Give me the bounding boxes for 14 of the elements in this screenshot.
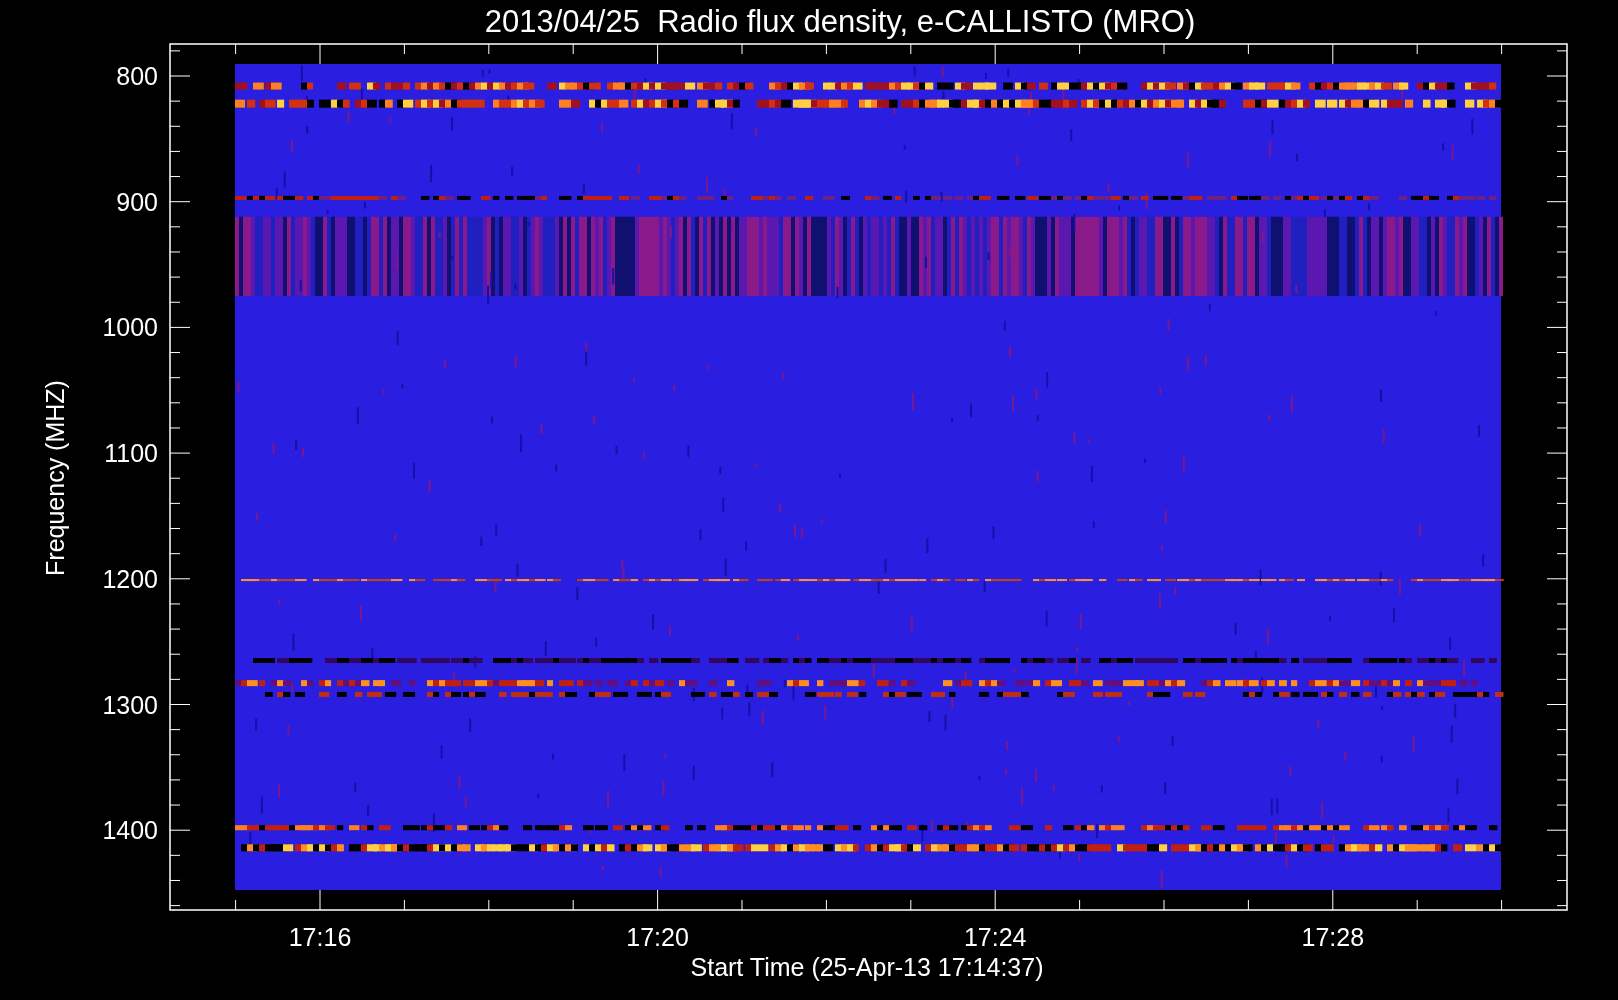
x-tick-label: 17:28 xyxy=(1301,923,1365,951)
x-tick-label: 17:20 xyxy=(626,923,689,951)
y-tick-label: 800 xyxy=(116,62,158,90)
x-axis-label: Start Time (25-Apr-13 17:14:37) xyxy=(690,953,1044,981)
y-tick-label: 1300 xyxy=(102,690,158,719)
y-tick-label: 1200 xyxy=(102,564,158,593)
chart-title: 2013/04/25 Radio flux density, e-CALLISTO (MRO) xyxy=(484,4,1196,39)
y-tick-label: 1400 xyxy=(102,816,158,845)
y-tick-label: 1000 xyxy=(102,313,158,342)
y-tick-label: 900 xyxy=(116,187,158,216)
x-tick-label: 17:16 xyxy=(288,923,352,951)
x-tick-label: 17:24 xyxy=(963,923,1027,951)
y-axis-label: Frequency (MHZ) xyxy=(41,380,69,576)
y-tick-label: 1100 xyxy=(104,439,158,468)
